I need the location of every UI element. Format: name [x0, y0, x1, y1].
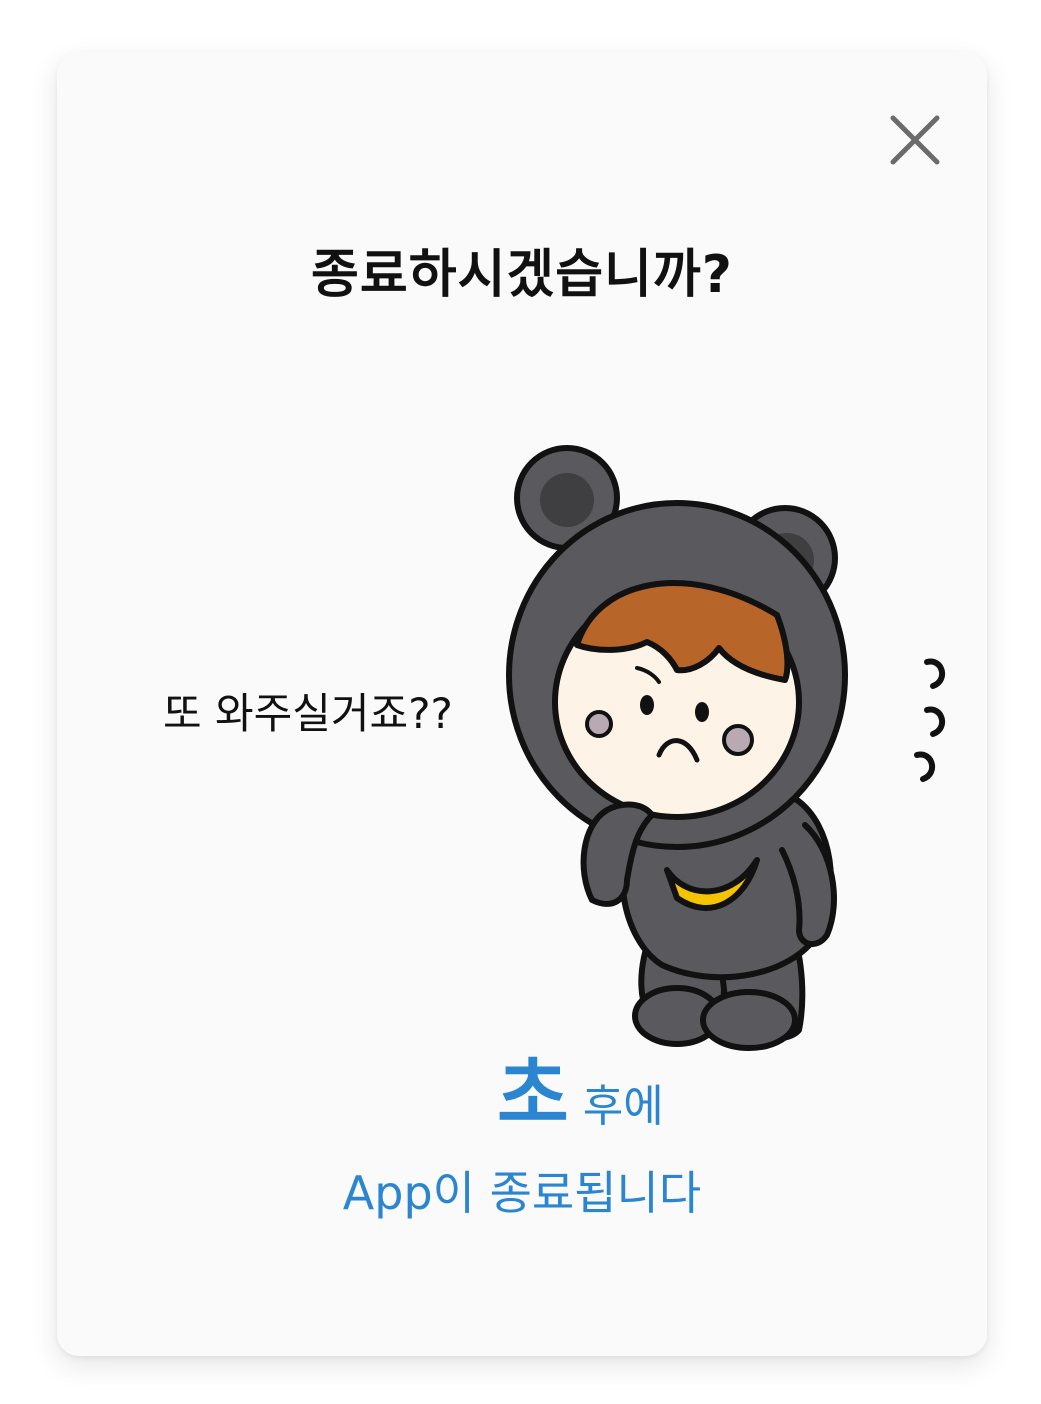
countdown-suffix: 후에	[582, 1081, 664, 1132]
countdown: 초 후에	[497, 1032, 664, 1144]
close-button[interactable]	[887, 112, 943, 168]
close-icon	[890, 115, 940, 165]
bear-costume-character-illustration	[506, 445, 946, 1051]
countdown-unit-label: 초	[497, 1050, 569, 1140]
dialog-title: 종료하시겠습니까?	[311, 245, 733, 305]
exit-dialog: 종료하시겠습니까? 또 와주실거죠?? 초 후에 App이 종료됩니다	[57, 52, 987, 1356]
speech-text: 또 와주실거죠??	[163, 689, 453, 738]
exit-message: App이 종료됩니다	[342, 1166, 702, 1220]
